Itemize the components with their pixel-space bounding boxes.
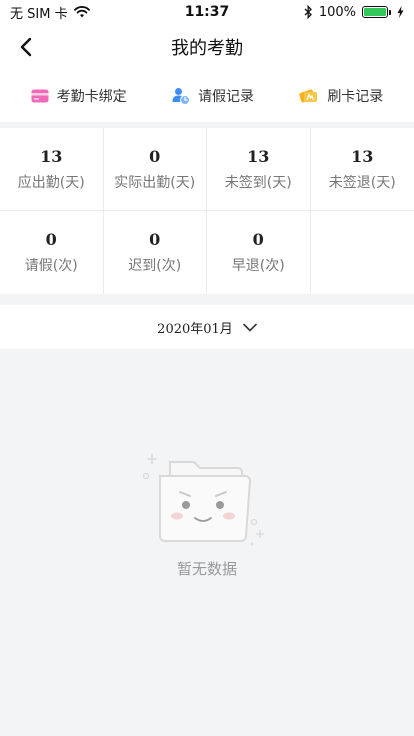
shortcut-swipe-records[interactable]: 刷卡记录 (299, 86, 383, 106)
stat-leave-count: 0 请假(次) (0, 211, 104, 294)
chevron-down-icon (243, 323, 257, 331)
stat-label: 请假(次) (24, 258, 78, 274)
charging-icon (397, 6, 404, 18)
stat-value: 0 (149, 230, 161, 249)
card-icon (31, 89, 49, 103)
back-button[interactable] (12, 33, 40, 61)
stat-value: 0 (149, 146, 161, 166)
stat-empty-cell (311, 211, 414, 294)
shortcut-card-binding[interactable]: 考勤卡绑定 (31, 86, 127, 106)
stat-label: 实际出勤(天) (114, 174, 196, 191)
shortcut-label: 考勤卡绑定 (56, 89, 127, 105)
stat-label: 未签退(天) (328, 174, 396, 191)
stat-value: 0 (45, 230, 57, 249)
battery-icon (362, 6, 391, 18)
stat-no-checkout-days: 13 未签退(天) (310, 128, 414, 211)
stat-value: 13 (351, 146, 374, 166)
status-left: 无 SIM 卡 (10, 3, 90, 22)
shortcut-leave-records[interactable]: 请假记录 (172, 86, 254, 106)
nav-bar: 我的考勤 (0, 24, 414, 70)
chevron-left-icon (20, 37, 32, 57)
shortcut-label: 请假记录 (197, 89, 254, 105)
attendance-stats-grid: 13 应出勤(天) 0 实际出勤(天) 13 未签到(天) 13 未签退(天) … (0, 128, 414, 294)
stat-value: 0 (252, 230, 264, 249)
stat-late-count: 0 迟到(次) (104, 211, 207, 294)
month-selector[interactable]: 2020年01月 (0, 305, 414, 349)
stat-early-leave-count: 0 早退(次) (207, 211, 311, 294)
shortcut-bar: 考勤卡绑定 请假记录 刷卡记录 (0, 70, 414, 122)
stat-label: 未签到(天) (224, 174, 292, 191)
empty-state: 暂无数据 (0, 450, 414, 579)
stat-value: 13 (247, 146, 270, 166)
stat-value: 13 (40, 146, 63, 166)
stat-label: 应出勤(天) (17, 174, 85, 191)
empty-state-text: 暂无数据 (176, 560, 237, 578)
empty-folder-icon (142, 454, 264, 546)
shortcut-label: 刷卡记录 (327, 89, 384, 105)
battery-percent: 100% (318, 4, 356, 20)
stat-label: 迟到(次) (128, 258, 182, 274)
page-title: 我的考勤 (171, 38, 243, 59)
bluetooth-icon (304, 5, 312, 19)
stat-required-days: 13 应出勤(天) (0, 128, 104, 211)
stat-actual-days: 0 实际出勤(天) (103, 128, 207, 211)
month-value: 2020年01月 (157, 321, 233, 337)
card-swipe-icon (299, 89, 318, 103)
stat-no-checkin-days: 13 未签到(天) (207, 128, 311, 211)
person-clock-icon (172, 88, 190, 105)
stat-label: 早退(次) (231, 258, 285, 274)
wifi-icon (73, 6, 90, 18)
status-bar: 无 SIM 卡 11:37 100% (0, 0, 414, 24)
status-right: 100% (304, 5, 404, 20)
carrier-label: 无 SIM 卡 (10, 6, 68, 22)
